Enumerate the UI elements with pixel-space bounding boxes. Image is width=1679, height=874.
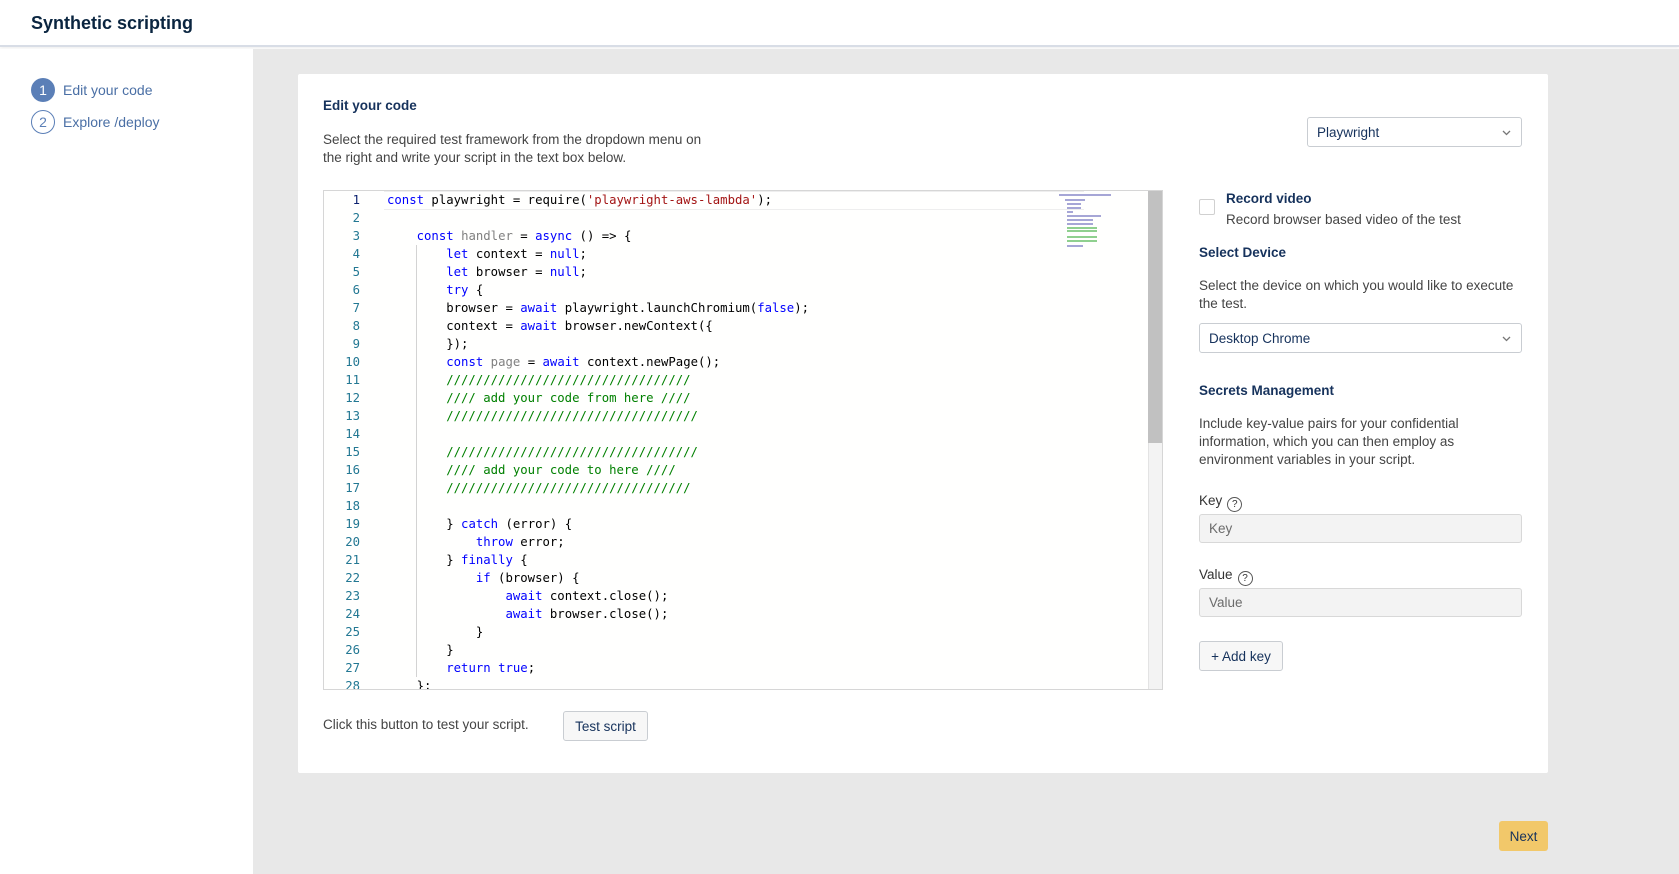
step-number-1: 1 — [31, 78, 55, 102]
code-line[interactable]: let context = null; — [387, 245, 587, 263]
code-line[interactable]: } catch (error) { — [387, 515, 572, 533]
record-video-checkbox[interactable] — [1199, 199, 1215, 215]
code-line[interactable]: } — [387, 641, 453, 659]
step-label-edit-code: Edit your code — [63, 82, 153, 98]
code-line[interactable]: }); — [387, 335, 468, 353]
key-input[interactable] — [1199, 514, 1522, 543]
line-number: 22 — [345, 571, 360, 585]
code-line[interactable]: if (browser) { — [387, 569, 580, 587]
value-label-row: Value? — [1199, 567, 1253, 586]
line-number: 23 — [345, 589, 360, 603]
line-number: 24 — [345, 607, 360, 621]
framework-select[interactable]: Playwright — [1307, 117, 1522, 147]
line-number: 17 — [345, 481, 360, 495]
code-line[interactable]: const playwright = require('playwright-a… — [387, 191, 772, 209]
code-line[interactable]: throw error; — [387, 533, 565, 551]
secrets-description: Include key-value pairs for your confide… — [1199, 416, 1459, 467]
chevron-down-icon — [1502, 130, 1511, 136]
code-line[interactable]: ///////////////////////////////// — [387, 479, 690, 497]
line-number: 19 — [345, 517, 360, 531]
step-label-explore-deploy: Explore /deploy — [63, 114, 160, 130]
editor-scroll-thumb[interactable] — [1148, 191, 1162, 443]
code-line[interactable]: browser = await playwright.launchChromiu… — [387, 299, 809, 317]
step-explore-deploy[interactable]: 2 Explore /deploy — [31, 110, 160, 134]
code-lines[interactable]: const playwright = require('playwright-a… — [387, 191, 1162, 689]
test-script-button[interactable]: Test script — [563, 711, 648, 741]
line-number: 25 — [345, 625, 360, 639]
code-line[interactable]: //// add your code from here //// — [387, 389, 690, 407]
line-number: 18 — [345, 499, 360, 513]
chevron-down-icon — [1502, 336, 1511, 342]
code-line[interactable]: await browser.close(); — [387, 605, 668, 623]
line-number: 27 — [345, 661, 360, 675]
line-number: 13 — [345, 409, 360, 423]
line-number: 3 — [352, 229, 360, 243]
line-number: 20 — [345, 535, 360, 549]
code-line[interactable]: return true; — [387, 659, 535, 677]
code-line[interactable]: await context.close(); — [387, 587, 668, 605]
line-number: 10 — [345, 355, 360, 369]
line-number: 26 — [345, 643, 360, 657]
code-line[interactable]: let browser = null; — [387, 263, 587, 281]
section-heading: Edit your code — [323, 98, 417, 113]
code-line[interactable]: ////////////////////////////////// — [387, 407, 698, 425]
code-line[interactable]: context = await browser.newContext({ — [387, 317, 713, 335]
framework-select-value: Playwright — [1317, 124, 1380, 140]
code-line[interactable]: ///////////////////////////////// — [387, 371, 690, 389]
line-number: 28 — [345, 679, 360, 690]
line-number: 8 — [352, 319, 360, 333]
question-circle-icon[interactable]: ? — [1227, 497, 1243, 512]
test-hint: Click this button to test your script. — [323, 717, 529, 732]
record-video-label: Record video — [1226, 191, 1312, 206]
top-bar: Synthetic scripting — [0, 0, 1679, 47]
minimap[interactable] — [1057, 193, 1117, 249]
code-line[interactable]: const handler = async () => { — [387, 227, 632, 245]
step-number-2: 2 — [31, 110, 55, 134]
select-device-description: Select the device on which you would lik… — [1199, 278, 1514, 311]
code-line[interactable]: } finally { — [387, 551, 527, 569]
line-number: 12 — [345, 391, 360, 405]
key-label: Key — [1199, 493, 1223, 508]
section-description: Select the required test framework from … — [323, 132, 702, 165]
question-circle-icon[interactable]: ? — [1237, 571, 1253, 586]
secrets-heading: Secrets Management — [1199, 383, 1335, 398]
key-label-row: Key? — [1199, 493, 1243, 512]
line-number: 11 — [345, 373, 360, 387]
select-device-heading: Select Device — [1199, 245, 1287, 260]
line-number: 4 — [352, 247, 360, 261]
line-number: 9 — [352, 337, 360, 351]
device-select-value: Desktop Chrome — [1209, 330, 1311, 346]
line-number: 2 — [352, 211, 360, 225]
line-number: 21 — [345, 553, 360, 567]
app-title: Synthetic scripting — [31, 13, 194, 33]
code-line[interactable]: ////////////////////////////////// — [387, 443, 698, 461]
value-label: Value — [1199, 567, 1233, 582]
device-select[interactable]: Desktop Chrome — [1199, 323, 1522, 353]
editor-scrollbar[interactable] — [1148, 191, 1162, 689]
step-edit-code[interactable]: 1 Edit your code — [31, 78, 153, 102]
code-editor[interactable]: 1 2 3 4 5 6 7 8 9 10 11 12 13 14 15 16 17 18 19 20 21 22 23 24 2… — [323, 190, 1163, 690]
code-line[interactable]: }; — [387, 677, 432, 689]
next-button[interactable]: Next — [1499, 821, 1548, 851]
code-line[interactable]: try { — [387, 281, 483, 299]
line-number: 14 — [345, 427, 360, 441]
code-line[interactable]: const page = await context.newPage(); — [387, 353, 720, 371]
line-number: 16 — [345, 463, 360, 477]
add-key-button[interactable]: + Add key — [1199, 641, 1283, 671]
line-number: 7 — [352, 301, 360, 315]
line-number: 15 — [345, 445, 360, 459]
value-input[interactable] — [1199, 588, 1522, 617]
code-line[interactable]: //// add your code to here //// — [387, 461, 676, 479]
record-video-description: Record browser based video of the test — [1226, 212, 1461, 227]
line-number: 1 — [352, 193, 360, 207]
code-line[interactable]: } — [387, 623, 483, 641]
line-number: 5 — [352, 265, 360, 279]
line-number-gutter: 1 2 3 4 5 6 7 8 9 10 11 12 13 14 15 16 17 18 19 20 21 22 23 24 2… — [324, 191, 384, 689]
line-number: 6 — [352, 283, 360, 297]
sidebar: 1 Edit your code 2 Explore /deploy — [0, 49, 253, 874]
